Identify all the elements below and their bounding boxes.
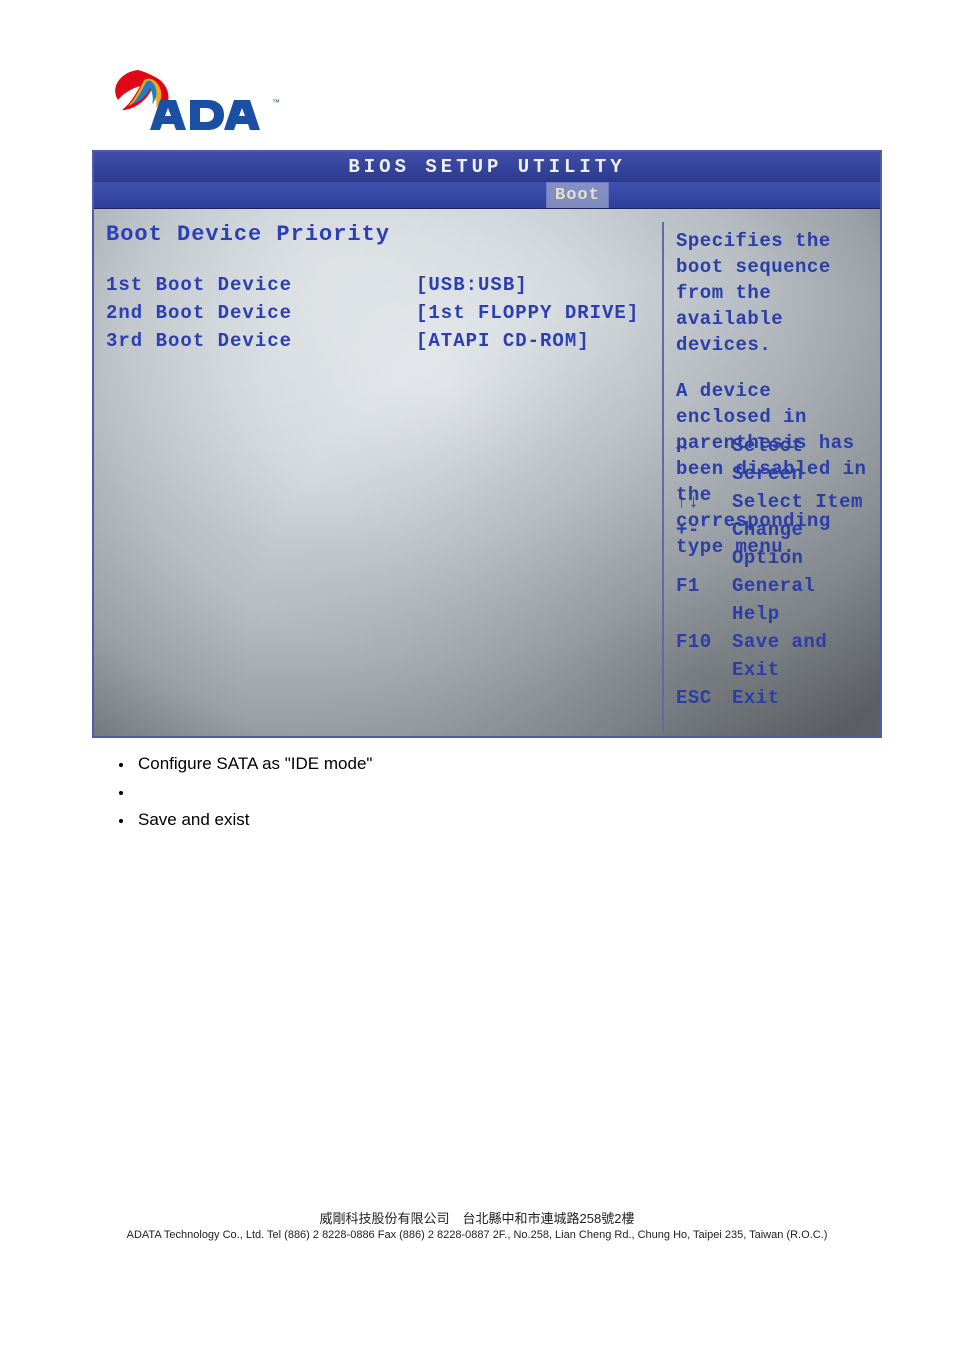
adata-logo: ™ xyxy=(100,60,280,140)
boot-label: 1st Boot Device xyxy=(106,271,416,299)
boot-value: [1st FLOPPY DRIVE] xyxy=(416,299,646,327)
key-legend: ↔ Select Screen ↑↓ Select Item +- Change… xyxy=(676,432,872,712)
list-item: Configure SATA as "IDE mode" xyxy=(134,750,954,778)
key-row: ↑↓ Select Item xyxy=(676,488,872,516)
key-arrows-ud-icon: ↑↓ xyxy=(676,488,732,516)
boot-value: [USB:USB] xyxy=(416,271,646,299)
key-arrows-lr-icon: ↔ xyxy=(676,432,732,488)
key-f1: F1 xyxy=(676,572,732,628)
boot-label: 3rd Boot Device xyxy=(106,327,416,355)
key-plusminus-icon: +- xyxy=(676,516,732,572)
footer-line-1: 威剛科技股份有限公司 台北縣中和市連城路258號2樓 xyxy=(0,1208,954,1227)
key-desc: Change Option xyxy=(732,516,872,572)
help-paragraph: Specifies the boot sequence from the ava… xyxy=(676,228,870,358)
bios-tab-boot[interactable]: Boot xyxy=(546,182,609,208)
key-row: ESC Exit xyxy=(676,684,872,712)
boot-row-2[interactable]: 2nd Boot Device [1st FLOPPY DRIVE] xyxy=(106,299,646,327)
footer-line-2: ADATA Technology Co., Ltd. Tel (886) 2 8… xyxy=(0,1229,954,1241)
document-page: ™ BIOS SETUP UTILITY Boot Boot Device Pr… xyxy=(0,0,954,1351)
bios-left-panel: Boot Device Priority 1st Boot Device [US… xyxy=(106,222,646,736)
key-row: F1 General Help xyxy=(676,572,872,628)
list-item xyxy=(134,778,954,806)
adata-logo-svg: ™ xyxy=(100,60,280,140)
boot-row-1[interactable]: 1st Boot Device [USB:USB] xyxy=(106,271,646,299)
instruction-list: Configure SATA as "IDE mode" Save and ex… xyxy=(94,750,954,834)
bios-body: Boot Device Priority 1st Boot Device [US… xyxy=(94,208,880,736)
bios-menu-bar: Boot xyxy=(94,182,880,209)
key-desc: General Help xyxy=(732,572,872,628)
boot-row-3[interactable]: 3rd Boot Device [ATAPI CD-ROM] xyxy=(106,327,646,355)
boot-value: [ATAPI CD-ROM] xyxy=(416,327,646,355)
key-row: ↔ Select Screen xyxy=(676,432,872,488)
panel-title: Boot Device Priority xyxy=(106,222,646,247)
key-desc: Select Item xyxy=(732,488,872,516)
list-item: Save and exist xyxy=(134,806,954,834)
bios-title-bar: BIOS SETUP UTILITY xyxy=(94,152,880,183)
page-footer: 威剛科技股份有限公司 台北縣中和市連城路258號2樓 ADATA Technol… xyxy=(0,1208,954,1241)
key-f10: F10 xyxy=(676,628,732,684)
svg-text:™: ™ xyxy=(272,98,280,107)
key-row: F10 Save and Exit xyxy=(676,628,872,684)
key-esc: ESC xyxy=(676,684,732,712)
key-row: +- Change Option xyxy=(676,516,872,572)
key-desc: Exit xyxy=(732,684,872,712)
bios-screenshot: BIOS SETUP UTILITY Boot Boot Device Prio… xyxy=(92,150,882,738)
boot-label: 2nd Boot Device xyxy=(106,299,416,327)
bios-help-panel: Specifies the boot sequence from the ava… xyxy=(662,222,876,732)
key-desc: Select Screen xyxy=(732,432,872,488)
key-desc: Save and Exit xyxy=(732,628,872,684)
